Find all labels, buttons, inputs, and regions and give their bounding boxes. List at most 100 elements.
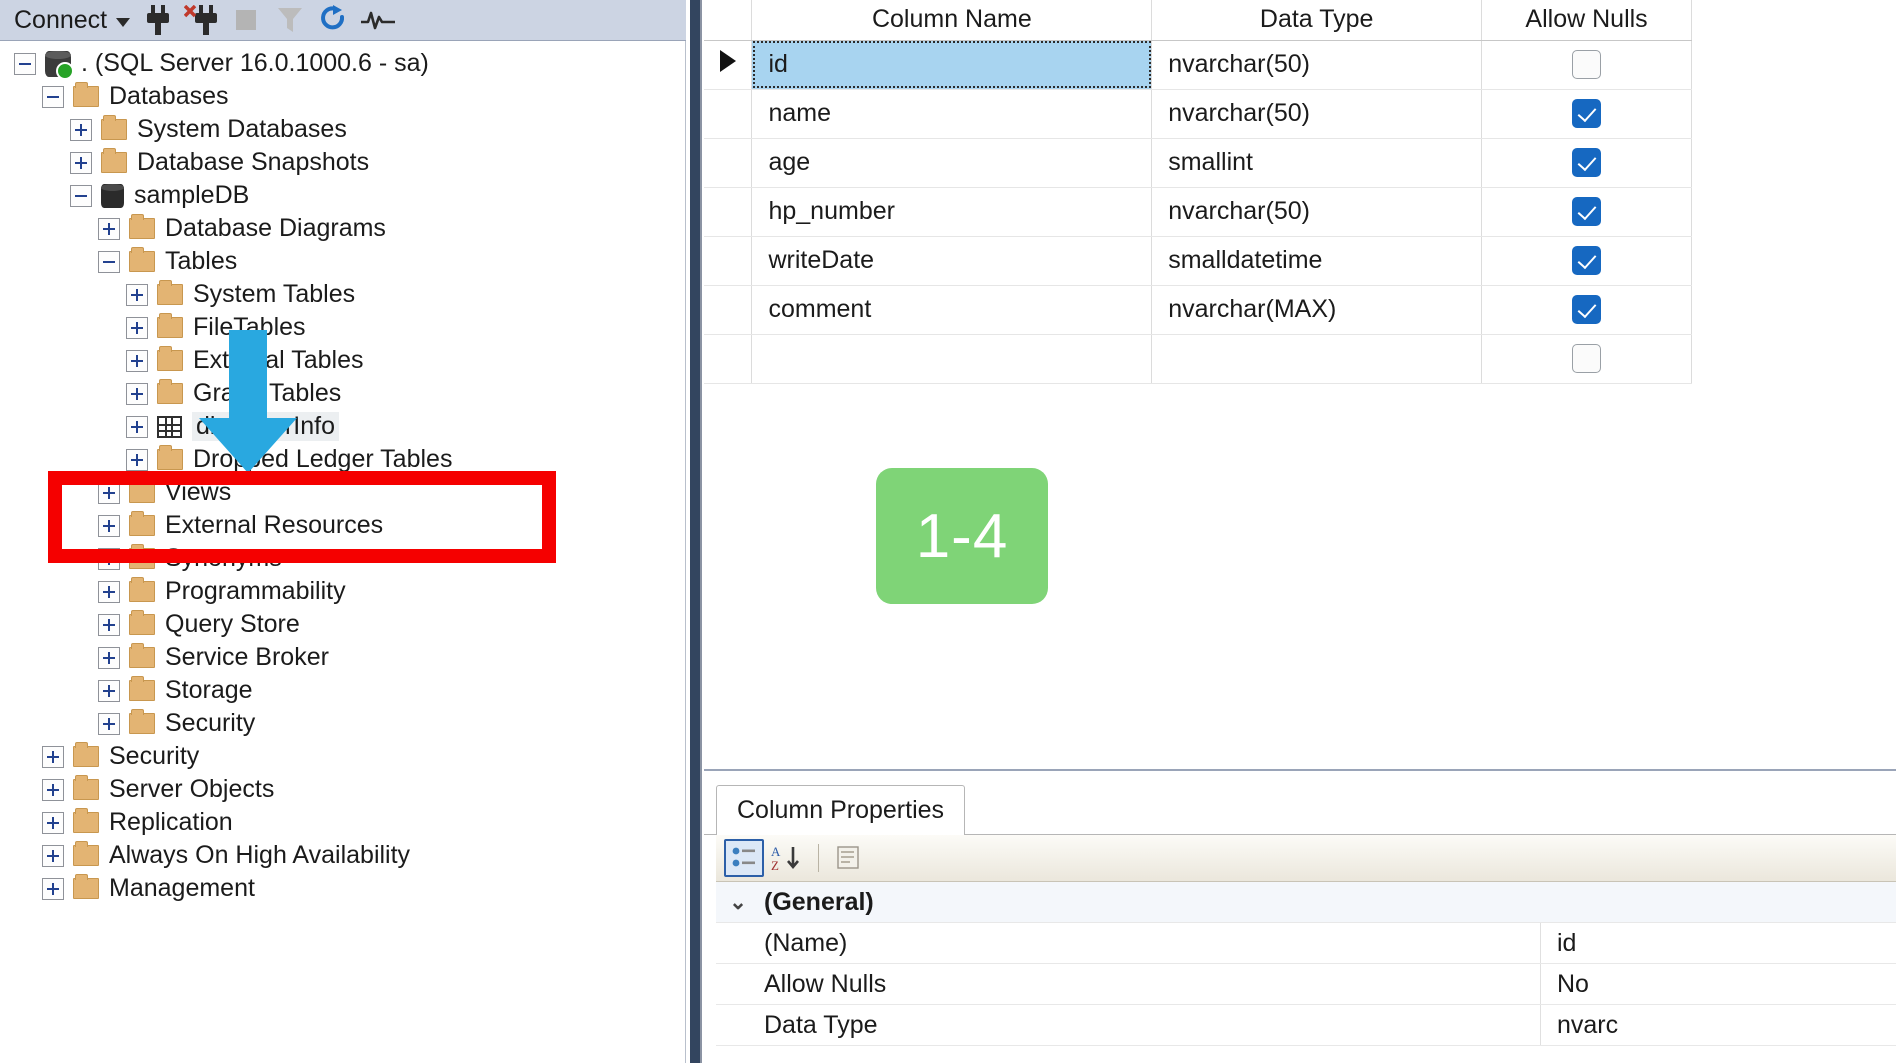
connect-button[interactable]: Connect <box>12 4 136 37</box>
tree-node-always-on-high-availability[interactable]: Always On High Availability <box>0 839 685 872</box>
row-selector-cell[interactable] <box>704 40 753 90</box>
property-group-row[interactable]: ⌄ (General) <box>716 882 1896 923</box>
expand-icon[interactable] <box>126 382 148 405</box>
tree-node-security[interactable]: Security <box>0 707 685 740</box>
tree-node-graph-tables[interactable]: Graph Tables <box>0 377 685 410</box>
tree-node-filetables[interactable]: FileTables <box>0 311 685 344</box>
property-value[interactable]: id <box>1540 923 1896 963</box>
table-row[interactable]: hp_number nvarchar(50) <box>704 187 1692 237</box>
categorized-view-icon[interactable] <box>724 839 764 877</box>
expand-icon[interactable] <box>98 613 120 636</box>
table-row[interactable]: id nvarchar(50) <box>704 40 1692 90</box>
row-selector-cell[interactable] <box>704 334 753 384</box>
expand-icon[interactable] <box>126 349 148 372</box>
data-type-cell[interactable]: nvarchar(50) <box>1151 187 1483 237</box>
filter-icon[interactable] <box>268 1 312 39</box>
column-name-cell[interactable] <box>751 334 1153 384</box>
data-type-cell[interactable]: smallint <box>1151 138 1483 188</box>
row-selector-cell[interactable] <box>704 285 753 335</box>
tree-node-programmability[interactable]: Programmability <box>0 575 685 608</box>
table-row[interactable]: age smallint <box>704 138 1692 188</box>
expand-icon[interactable] <box>98 547 120 570</box>
allow-nulls-checkbox[interactable] <box>1572 344 1602 374</box>
property-row[interactable]: (Name) id <box>716 923 1896 964</box>
data-type-cell[interactable]: nvarchar(50) <box>1151 89 1483 139</box>
collapse-icon[interactable] <box>98 250 120 273</box>
allow-nulls-cell[interactable] <box>1481 40 1692 90</box>
tree-node-system-databases[interactable]: System Databases <box>0 113 685 146</box>
tree-node-query-store[interactable]: Query Store <box>0 608 685 641</box>
expand-icon[interactable] <box>98 481 120 504</box>
column-name-cell[interactable]: age <box>751 138 1153 188</box>
allow-nulls-checkbox[interactable] <box>1572 50 1602 80</box>
property-row[interactable]: Allow Nulls No <box>716 964 1896 1005</box>
expand-icon[interactable] <box>126 448 148 471</box>
tree-node-management[interactable]: Management <box>0 872 685 905</box>
allow-nulls-checkbox[interactable] <box>1572 246 1602 276</box>
property-pages-icon[interactable] <box>829 839 869 877</box>
data-type-header[interactable]: Data Type <box>1151 0 1483 41</box>
row-selector-cell[interactable] <box>704 236 753 286</box>
tree-node-synonyms[interactable]: Synonyms <box>0 542 685 575</box>
allow-nulls-cell[interactable] <box>1481 236 1692 286</box>
column-name-cell[interactable]: name <box>751 89 1153 139</box>
collapse-icon[interactable] <box>42 85 64 108</box>
data-type-cell[interactable]: smalldatetime <box>1151 236 1483 286</box>
property-value[interactable] <box>1540 882 1896 922</box>
allow-nulls-cell[interactable] <box>1481 285 1692 335</box>
activity-monitor-icon[interactable] <box>356 1 400 39</box>
allow-nulls-checkbox[interactable] <box>1572 148 1602 178</box>
refresh-icon[interactable] <box>312 1 356 39</box>
tree-node-databases[interactable]: Databases <box>0 80 685 113</box>
property-row[interactable]: Data Type nvarc <box>716 1005 1896 1046</box>
allow-nulls-cell[interactable] <box>1481 89 1692 139</box>
tree-node-database-snapshots[interactable]: Database Snapshots <box>0 146 685 179</box>
tab-column-properties[interactable]: Column Properties <box>716 785 966 835</box>
data-type-cell[interactable]: nvarchar(50) <box>1151 40 1483 90</box>
expand-icon[interactable] <box>98 679 120 702</box>
column-name-cell[interactable]: id <box>751 40 1153 90</box>
tree-node-storage[interactable]: Storage <box>0 674 685 707</box>
tree-node-dbo-userinfo[interactable]: dbo.userInfo <box>0 410 685 443</box>
data-type-cell[interactable] <box>1151 334 1483 384</box>
panel-divider[interactable] <box>690 0 702 1063</box>
expand-icon[interactable] <box>70 151 92 174</box>
data-type-cell[interactable]: nvarchar(MAX) <box>1151 285 1483 335</box>
chevron-down-icon[interactable]: ⌄ <box>716 890 760 915</box>
property-value[interactable]: No <box>1540 964 1896 1004</box>
allow-nulls-cell[interactable] <box>1481 334 1692 384</box>
row-selector-cell[interactable] <box>704 187 753 237</box>
tree-node-service-broker[interactable]: Service Broker <box>0 641 685 674</box>
expand-icon[interactable] <box>98 712 120 735</box>
allow-nulls-checkbox[interactable] <box>1572 197 1602 227</box>
disconnect-plug-icon[interactable] <box>180 1 224 39</box>
tree-node-security[interactable]: Security <box>0 740 685 773</box>
expand-icon[interactable] <box>42 778 64 801</box>
expand-icon[interactable] <box>126 316 148 339</box>
column-name-cell[interactable]: comment <box>751 285 1153 335</box>
expand-icon[interactable] <box>98 580 120 603</box>
table-row[interactable]: name nvarchar(50) <box>704 89 1692 139</box>
tree-node-replication[interactable]: Replication <box>0 806 685 839</box>
column-name-header[interactable]: Column Name <box>751 0 1153 41</box>
allow-nulls-checkbox[interactable] <box>1572 99 1602 129</box>
tree-node-views[interactable]: Views <box>0 476 685 509</box>
table-row[interactable] <box>704 334 1692 384</box>
object-explorer-tree[interactable]: . (SQL Server 16.0.1000.6 - sa) Databases… <box>0 41 686 1063</box>
allow-nulls-cell[interactable] <box>1481 187 1692 237</box>
allow-nulls-header[interactable]: Allow Nulls <box>1481 0 1692 41</box>
expand-icon[interactable] <box>98 217 120 240</box>
expand-icon[interactable] <box>126 283 148 306</box>
expand-icon[interactable] <box>98 514 120 537</box>
collapse-icon[interactable] <box>14 52 36 75</box>
allow-nulls-cell[interactable] <box>1481 138 1692 188</box>
expand-icon[interactable] <box>42 844 64 867</box>
expand-icon[interactable] <box>126 415 148 438</box>
tree-node-external-resources[interactable]: External Resources <box>0 509 685 542</box>
expand-icon[interactable] <box>42 745 64 768</box>
row-selector-cell[interactable] <box>704 138 753 188</box>
tree-node-tables[interactable]: Tables <box>0 245 685 278</box>
tree-node-system-tables[interactable]: System Tables <box>0 278 685 311</box>
tree-node-dropped-ledger-tables[interactable]: Dropped Ledger Tables <box>0 443 685 476</box>
table-row[interactable]: comment nvarchar(MAX) <box>704 285 1692 335</box>
